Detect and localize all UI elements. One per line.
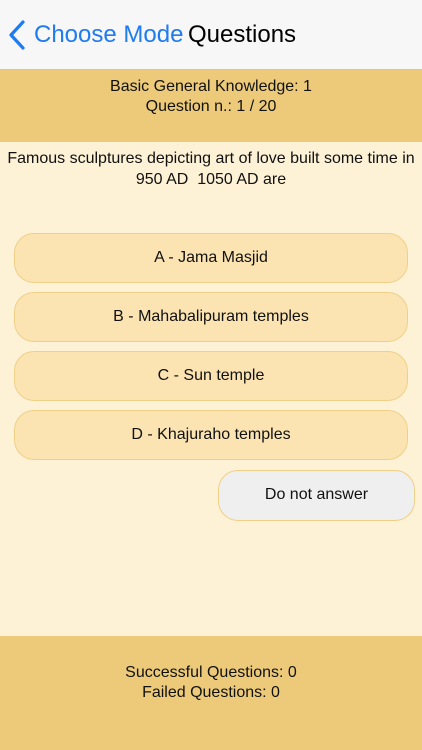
category-label: Basic General Knowledge: 1	[110, 78, 312, 95]
failed-count: Failed Questions: 0	[142, 684, 280, 701]
question-progress: Question n.: 1 / 20	[145, 98, 277, 115]
back-button[interactable]: Choose Mode	[8, 18, 183, 52]
question-line-2: 950 AD 1050 AD are	[135, 171, 287, 188]
navigation-bar: Choose Mode Questions	[0, 0, 422, 70]
page-title: Questions	[188, 21, 297, 48]
chevron-left-icon	[9, 20, 25, 50]
answer-option-c[interactable]: C - Sun temple	[14, 351, 408, 401]
score-footer: Successful Questions: 0 Failed Questions…	[0, 636, 422, 750]
question-line-1: Famous sculptures depicting art of love …	[7, 150, 415, 167]
answer-option-b[interactable]: B - Mahabalipuram temples	[14, 292, 408, 342]
do-not-answer-button[interactable]: Do not answer	[218, 470, 415, 521]
quiz-header: Basic General Knowledge: 1 Question n.: …	[0, 70, 422, 142]
answer-option-d[interactable]: D - Khajuraho temples	[14, 410, 408, 460]
back-button-label: Choose Mode	[34, 21, 184, 48]
question-text: Famous sculptures depicting art of love …	[6, 148, 416, 190]
successful-count: Successful Questions: 0	[125, 664, 297, 681]
answer-option-a[interactable]: A - Jama Masjid	[14, 233, 408, 283]
